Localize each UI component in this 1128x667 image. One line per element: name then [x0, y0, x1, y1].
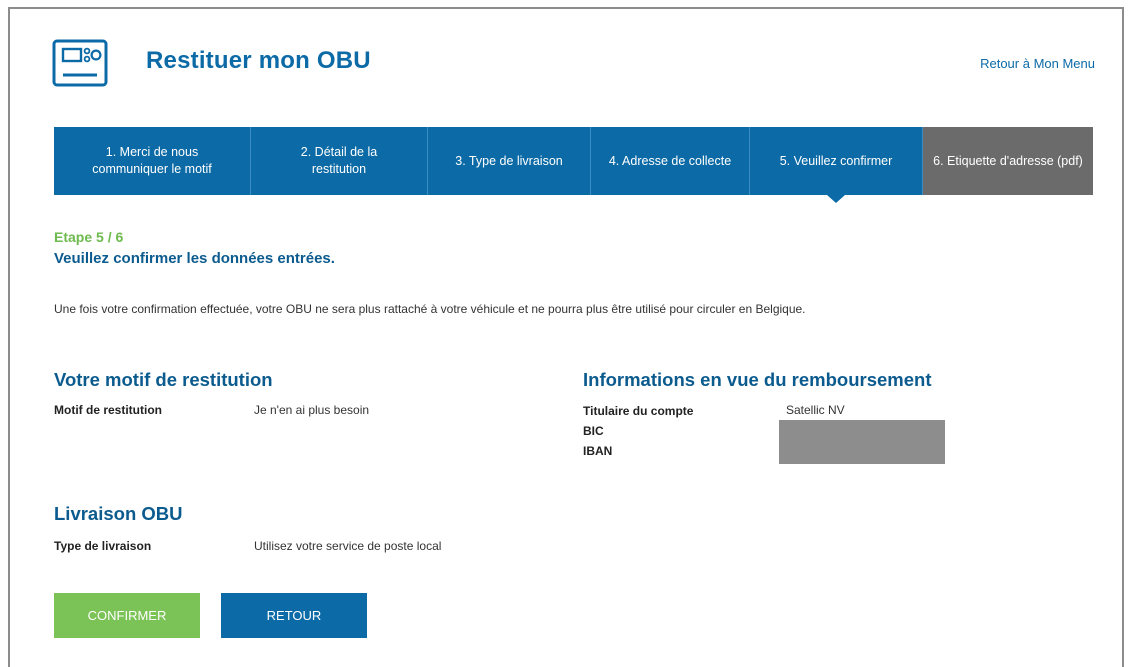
confirm-button[interactable]: CONFIRMER — [54, 593, 200, 638]
back-to-menu-link[interactable]: Retour à Mon Menu — [980, 56, 1095, 71]
step-6-etiquette[interactable]: 6. Etiquette d'adresse (pdf) — [923, 127, 1093, 195]
delivery-type-value: Utilisez votre service de poste local — [254, 539, 442, 553]
bic-label: BIC — [583, 424, 604, 438]
account-holder-label: Titulaire du compte — [583, 404, 694, 418]
step-label: 2. Détail de la restitution — [300, 145, 378, 176]
remboursement-section-heading: Informations en vue du remboursement — [583, 369, 932, 390]
motif-label: Motif de restitution — [54, 403, 162, 417]
step-label: 6. Etiquette d'adresse (pdf) — [933, 153, 1083, 168]
back-button[interactable]: RETOUR — [221, 593, 367, 638]
account-holder-value: Satellic NV — [786, 403, 845, 417]
step-4-adresse-collecte[interactable]: 4. Adresse de collecte — [591, 127, 750, 195]
obu-device-icon — [52, 39, 108, 87]
step-3-type-livraison[interactable]: 3. Type de livraison — [428, 127, 591, 195]
step-progress-bar: 1. Merci de nous communiquer le motif 2.… — [54, 127, 1093, 203]
step-indicator: Etape 5 / 6 — [54, 229, 124, 245]
delivery-type-label: Type de livraison — [54, 539, 152, 553]
iban-label: IBAN — [583, 444, 613, 458]
step-5-confirmer[interactable]: 5. Veuillez confirmer — [750, 127, 923, 203]
step-2-detail[interactable]: 2. Détail de la restitution — [251, 127, 428, 195]
livraison-section-heading: Livraison OBU — [54, 503, 183, 524]
confirmation-notice: Une fois votre confirmation effectuée, v… — [54, 302, 806, 316]
step-label: 4. Adresse de collecte — [608, 153, 732, 168]
step-label: 1. Merci de nous communiquer le motif — [92, 145, 212, 176]
motif-section-heading: Votre motif de restitution — [54, 369, 273, 390]
redacted-bank-details — [779, 420, 945, 464]
step-subtitle: Veuillez confirmer les données entrées. — [54, 250, 335, 267]
motif-value: Je n'en ai plus besoin — [254, 403, 370, 417]
page-frame — [8, 7, 1124, 667]
step-label: 5. Veuillez confirmer — [779, 153, 893, 168]
step-1-motif[interactable]: 1. Merci de nous communiquer le motif — [54, 127, 251, 195]
step-label: 3. Type de livraison — [455, 153, 563, 168]
page-title: Restituer mon OBU — [146, 47, 371, 74]
